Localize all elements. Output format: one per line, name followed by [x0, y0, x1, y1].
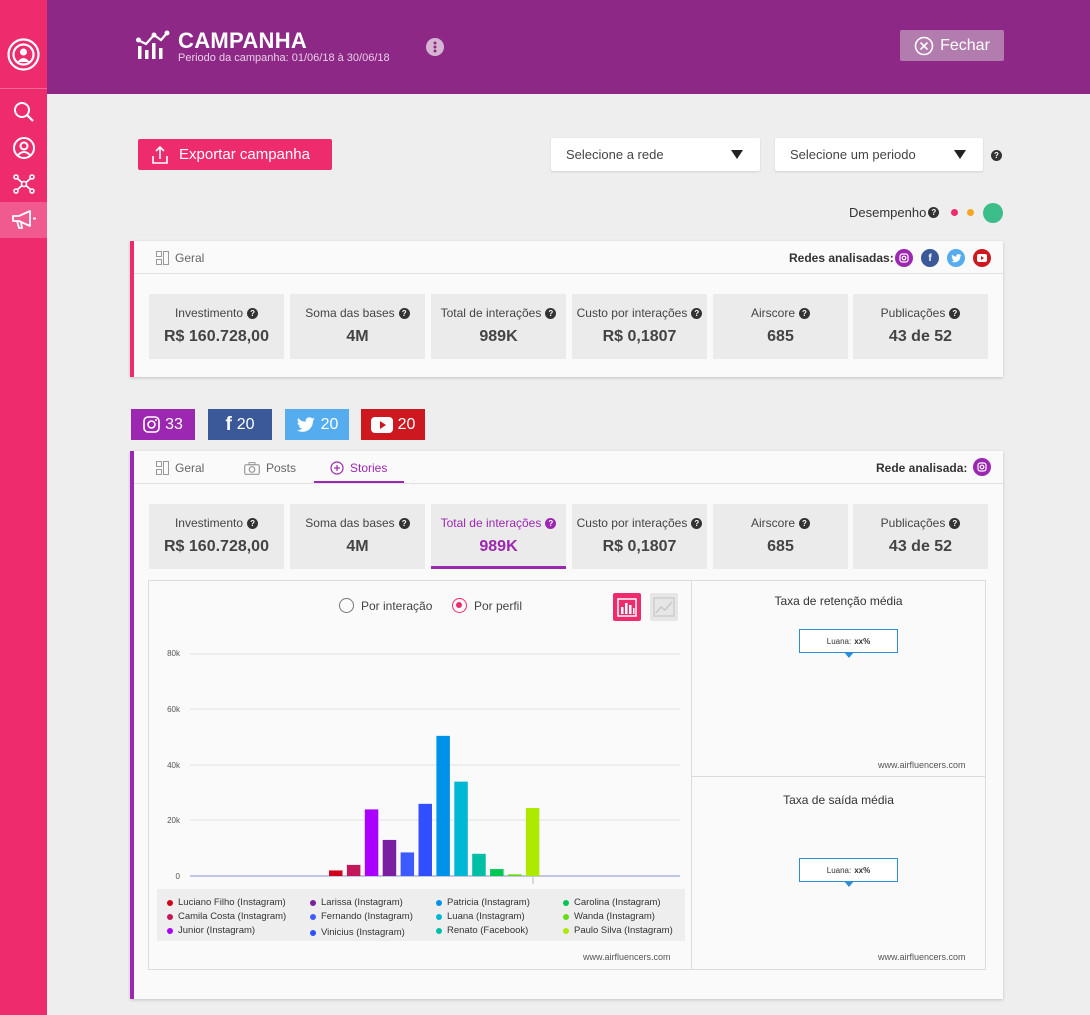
legend-swatch	[167, 913, 173, 920]
exit-chart-title: Taxa de saída média	[783, 793, 894, 807]
legend-label: Vinicius (Instagram)	[321, 927, 405, 938]
legend-item[interactable]: Vinicius (Instagram)	[310, 927, 405, 938]
legend-swatch	[167, 899, 173, 906]
legend-item[interactable]: Larissa (Instagram)	[310, 897, 403, 908]
legend-swatch	[563, 927, 569, 934]
bar[interactable]	[454, 781, 468, 876]
legend-swatch	[436, 913, 442, 920]
tooltip-label: Luana:	[826, 636, 852, 646]
bar[interactable]	[490, 869, 504, 876]
legend-item[interactable]: Wanda (Instagram)	[563, 911, 655, 922]
legend-swatch	[167, 927, 173, 934]
legend-item[interactable]: Paulo Silva (Instagram)	[563, 925, 673, 936]
tooltip-label: Luana:	[826, 865, 852, 875]
legend-item[interactable]: Junior (Instagram)	[167, 925, 255, 936]
legend-item[interactable]: Luana (Instagram)	[436, 911, 525, 922]
legend-swatch	[310, 913, 316, 920]
legend-label: Larissa (Instagram)	[321, 897, 403, 908]
bar[interactable]	[382, 839, 397, 876]
legend-label: Carolina (Instagram)	[574, 897, 661, 908]
legend-label: Luciano Filho (Instagram)	[178, 897, 286, 908]
legend-swatch	[563, 913, 569, 920]
tooltip-value: xx%	[854, 865, 871, 875]
legend-label: Fernando (Instagram)	[321, 911, 413, 922]
legend-swatch	[310, 929, 316, 936]
bar[interactable]	[418, 803, 433, 876]
legend-swatch	[563, 899, 569, 906]
legend-swatch	[310, 899, 316, 906]
bar[interactable]	[525, 808, 540, 876]
bar[interactable]	[329, 870, 343, 876]
watermark: www.airfluencers.com	[583, 952, 671, 962]
legend-label: Luana (Instagram)	[447, 911, 525, 922]
legend-item[interactable]: Renato (Facebook)	[436, 925, 528, 936]
bar[interactable]	[508, 874, 522, 876]
legend-item[interactable]: Fernando (Instagram)	[310, 911, 413, 922]
watermark: www.airfluencers.com	[878, 952, 966, 962]
bar[interactable]	[436, 735, 450, 876]
legend-item[interactable]: Luciano Filho (Instagram)	[167, 897, 286, 908]
legend-label: Junior (Instagram)	[178, 925, 256, 936]
chart-legend: Luciano Filho (Instagram) Camila Costa (I…	[157, 889, 685, 941]
chart-tooltip: Luana: xx%	[799, 629, 898, 658]
legend-item[interactable]: Patricia (Instagram)	[436, 897, 530, 908]
watermark: www.airfluencers.com	[878, 760, 966, 770]
bar[interactable]	[400, 852, 415, 876]
legend-item[interactable]: Carolina (Instagram)	[563, 897, 661, 908]
legend-label: Paulo Silva (Instagram)	[574, 925, 673, 936]
bar[interactable]	[472, 853, 486, 876]
tooltip-value: xx%	[854, 636, 871, 646]
retention-chart-panel	[691, 580, 986, 777]
retention-chart-title: Taxa de retenção média	[774, 594, 903, 608]
bar[interactable]	[346, 864, 361, 876]
chart-tooltip: Luana: xx%	[799, 858, 898, 887]
bar[interactable]	[364, 809, 379, 876]
legend-item[interactable]: Camila Costa (Instagram)	[167, 911, 286, 922]
legend-label: Renato (Facebook)	[447, 925, 529, 936]
legend-swatch	[436, 927, 442, 934]
legend-swatch	[436, 899, 442, 906]
legend-label: Wanda (Instagram)	[574, 911, 655, 922]
legend-label: Patricia (Instagram)	[447, 897, 530, 908]
legend-label: Camila Costa (Instagram)	[178, 911, 287, 922]
